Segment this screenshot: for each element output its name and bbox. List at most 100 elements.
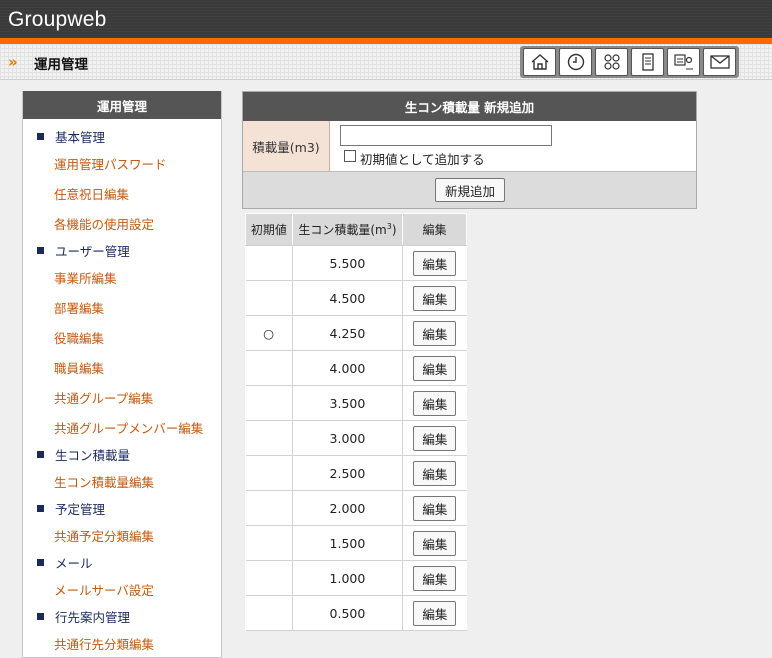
edit-button[interactable]: 編集 [413, 530, 457, 556]
edit-button[interactable]: 編集 [413, 355, 457, 381]
sidebar-link-department-edit[interactable]: 部署編集 [54, 298, 104, 317]
edit-button[interactable]: 編集 [413, 390, 457, 416]
column-header-default: 初期値 [245, 213, 293, 246]
edit-button[interactable]: 編集 [413, 425, 457, 451]
sidebar: 運用管理 基本管理 運用管理パスワード 任意祝日編集 各機能の使用設定 ユーザー… [22, 91, 222, 658]
edit-button[interactable]: 編集 [413, 565, 457, 591]
sidebar-link-schedule-category-edit[interactable]: 共通予定分類編集 [54, 526, 154, 545]
amount-cell: 0.500 [292, 595, 404, 631]
board-icon[interactable] [667, 48, 700, 76]
table-row: 4.000 編集 [245, 350, 467, 386]
entry-value-cell: 初期値として追加する [330, 121, 696, 172]
top-bar: Groupweb [0, 0, 772, 38]
table-row: 1.000 編集 [245, 560, 467, 596]
amount-cell: 1.500 [292, 525, 404, 561]
table-header-row: 初期値 生コン積載量(m3) 編集 [245, 213, 467, 246]
amount-cell: 4.250 [292, 315, 404, 351]
default-marker-cell [245, 420, 293, 456]
sidebar-title: 運用管理 [23, 91, 221, 119]
amount-cell: 2.000 [292, 490, 404, 526]
sidebar-link-group-edit[interactable]: 共通グループ編集 [54, 388, 153, 407]
square-bullet-icon [37, 247, 44, 254]
new-entry-title: 生コン積載量 新規追加 [243, 92, 696, 121]
edit-button[interactable]: 編集 [413, 285, 457, 311]
table-row: 3.000 編集 [245, 420, 467, 456]
edit-cell: 編集 [402, 420, 467, 456]
new-entry-panel: 生コン積載量 新規追加 積載量(m3) 初期値として追加する 新規追加 [242, 91, 697, 209]
sidebar-link-staff-edit[interactable]: 職員編集 [54, 358, 104, 377]
edit-cell: 編集 [402, 315, 467, 351]
sidebar-section-basic: 基本管理 [37, 127, 105, 146]
sidebar-link-mail-server[interactable]: メールサーバ設定 [54, 580, 154, 599]
table-row: 1.500 編集 [245, 525, 467, 561]
page-title: 運用管理 [34, 57, 88, 73]
sidebar-link-group-member-edit[interactable]: 共通グループメンバー編集 [54, 418, 203, 437]
sidebar-link-concrete-edit[interactable]: 生コン積載量編集 [54, 472, 154, 491]
default-marker-cell [245, 350, 293, 386]
sidebar-section-destination: 行先案内管理 [37, 607, 130, 626]
table-row: 5.500 編集 [245, 245, 467, 281]
default-value-checkbox[interactable] [344, 150, 356, 162]
default-marker-cell [245, 560, 293, 596]
sidebar-link-position-edit[interactable]: 役職編集 [54, 328, 104, 347]
clock-icon[interactable] [559, 48, 592, 76]
page-header: » 運用管理 [0, 44, 772, 80]
amount-cell: 5.500 [292, 245, 404, 281]
edit-cell: 編集 [402, 245, 467, 281]
edit-button[interactable]: 編集 [413, 460, 457, 486]
load-amount-table: 初期値 生コン積載量(m3) 編集 5.500 編集 4.500 編集 ○ 4.250 編集… [245, 213, 467, 631]
amount-cell: 3.500 [292, 385, 404, 421]
mail-icon[interactable] [703, 48, 736, 76]
edit-button[interactable]: 編集 [413, 250, 457, 276]
sidebar-link-admin-password[interactable]: 運用管理パスワード [54, 154, 167, 173]
people-icon[interactable] [595, 48, 628, 76]
app-title: Groupweb [8, 8, 107, 31]
square-bullet-icon [37, 505, 44, 512]
square-bullet-icon [37, 451, 44, 458]
amount-cell: 4.000 [292, 350, 404, 386]
table-row: 3.500 編集 [245, 385, 467, 421]
column-header-amount: 生コン積載量(m3) [291, 213, 404, 246]
sidebar-link-feature-settings[interactable]: 各機能の使用設定 [54, 214, 154, 233]
default-marker-cell: ○ [245, 315, 293, 351]
sidebar-section-schedule: 予定管理 [37, 499, 105, 518]
edit-button[interactable]: 編集 [413, 320, 457, 346]
document-icon[interactable] [631, 48, 664, 76]
edit-button[interactable]: 編集 [413, 600, 457, 626]
amount-cell: 3.000 [292, 420, 404, 456]
square-bullet-icon [37, 559, 44, 566]
square-bullet-icon [37, 133, 44, 140]
load-amount-label: 積載量(m3) [243, 121, 330, 172]
load-amount-input[interactable] [340, 125, 552, 146]
default-marker-cell [245, 595, 293, 631]
amount-cell: 1.000 [292, 560, 404, 596]
nav-icon-bar [520, 46, 739, 78]
sidebar-section-users: ユーザー管理 [37, 241, 130, 260]
default-marker-cell [245, 245, 293, 281]
entry-footer: 新規追加 [243, 172, 696, 208]
default-marker-cell [245, 385, 293, 421]
edit-cell: 編集 [402, 560, 467, 596]
edit-button[interactable]: 編集 [413, 495, 457, 521]
edit-cell: 編集 [402, 280, 467, 316]
edit-cell: 編集 [402, 490, 467, 526]
edit-cell: 編集 [402, 525, 467, 561]
table-row: 0.500 編集 [245, 595, 467, 631]
amount-cell: 2.500 [292, 455, 404, 491]
default-value-checkbox-label[interactable]: 初期値として追加する [360, 149, 485, 168]
sidebar-section-mail: メール [37, 553, 93, 572]
amount-cell: 4.500 [292, 280, 404, 316]
home-icon[interactable] [523, 48, 556, 76]
column-header-edit: 編集 [402, 213, 467, 246]
sidebar-link-holiday-edit[interactable]: 任意祝日編集 [54, 184, 129, 203]
double-chevron-icon: » [8, 53, 18, 71]
default-marker-cell [245, 455, 293, 491]
edit-cell: 編集 [402, 350, 467, 386]
add-new-button[interactable]: 新規追加 [435, 178, 505, 202]
sidebar-link-destination-category-edit[interactable]: 共通行先分類編集 [54, 634, 154, 653]
table-row: 4.500 編集 [245, 280, 467, 316]
table-row: ○ 4.250 編集 [245, 315, 467, 351]
square-bullet-icon [37, 613, 44, 620]
sidebar-link-office-edit[interactable]: 事業所編集 [54, 268, 117, 287]
table-row: 2.500 編集 [245, 455, 467, 491]
